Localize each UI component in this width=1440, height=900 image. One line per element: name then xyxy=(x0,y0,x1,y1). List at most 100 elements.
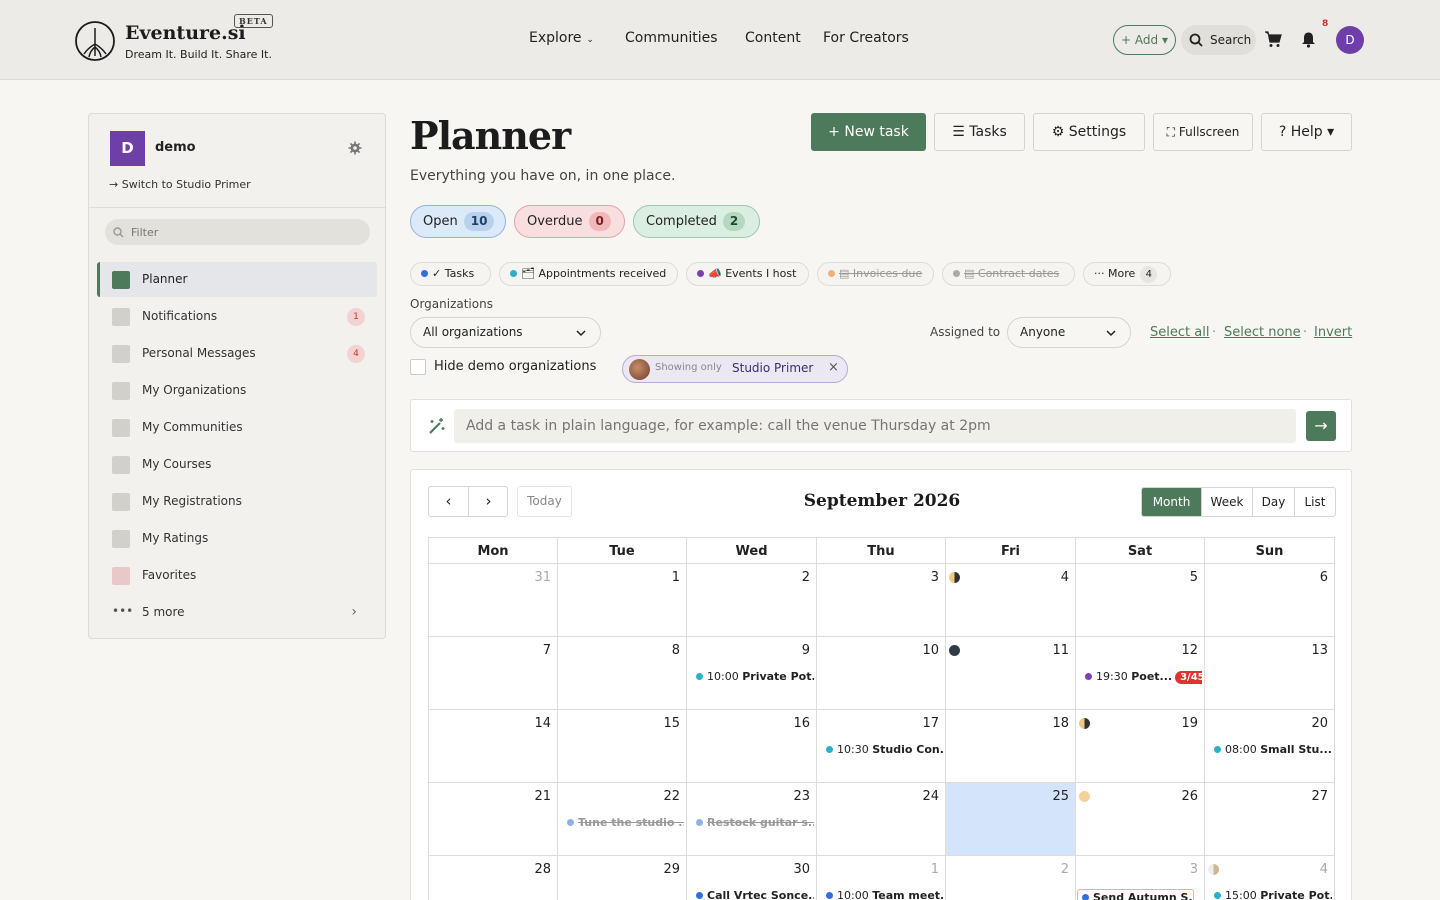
calendar-day-cell[interactable]: 13 xyxy=(1205,637,1335,710)
nav-content[interactable]: Content xyxy=(745,30,801,46)
gear-icon[interactable] xyxy=(348,141,362,155)
add-button[interactable]: + Add ▾ xyxy=(1113,25,1176,55)
view-day[interactable]: Day xyxy=(1252,488,1294,516)
account-name[interactable]: demo xyxy=(155,140,196,155)
calendar-event[interactable]: 10:00 Team meet... xyxy=(826,889,943,900)
calendar-event[interactable]: 15:00 Private Pot... xyxy=(1214,889,1332,900)
calendar-day-cell[interactable]: 4 xyxy=(946,564,1076,637)
calendar-event[interactable]: Restock guitar s... xyxy=(696,816,814,829)
assigned-to-select[interactable]: Anyone xyxy=(1007,317,1131,348)
quick-add-input[interactable] xyxy=(454,409,1296,443)
count-badge: 4 xyxy=(1140,266,1158,283)
search-button[interactable]: Search xyxy=(1181,25,1256,55)
filter-tasks[interactable]: ✓ Tasks xyxy=(410,262,491,286)
bell-icon[interactable] xyxy=(1300,31,1317,48)
logo-icon[interactable] xyxy=(74,20,116,62)
calendar-day-cell[interactable]: 3 xyxy=(817,564,946,637)
calendar-day-cell[interactable]: 20 08:00 Small Stu... xyxy=(1205,710,1335,783)
select-none-link[interactable]: Select none xyxy=(1224,325,1301,340)
sidebar-item-my-registrations[interactable]: My Registrations xyxy=(97,484,377,519)
cart-icon[interactable] xyxy=(1264,30,1282,48)
filter-invoices-due[interactable]: ▤ Invoices due xyxy=(817,262,934,286)
calendar-day-cell[interactable]: 16 xyxy=(687,710,817,783)
calendar-day-cell[interactable]: 26 xyxy=(1076,783,1205,856)
calendar-event[interactable]: 10:00 Private Pot... xyxy=(696,670,814,683)
status-pill-open[interactable]: Open 10 xyxy=(410,205,506,238)
calendar-day-cell[interactable]: 31 xyxy=(428,564,558,637)
calendar-day-cell[interactable]: 30 Call Vrtec Sonce... xyxy=(687,856,817,900)
calendar-day-cell[interactable]: 1 10:00 Team meet... xyxy=(817,856,946,900)
calendar-event[interactable]: 08:00 Small Stu... xyxy=(1214,743,1332,756)
view-month[interactable]: Month xyxy=(1142,488,1201,516)
calendar-day-cell[interactable]: 7 xyxy=(428,637,558,710)
filter-events-i-host[interactable]: 📣 Events I host xyxy=(686,262,809,286)
help-button[interactable]: ? Help ▾ xyxy=(1261,113,1352,151)
status-pill-completed[interactable]: Completed 2 xyxy=(633,205,760,238)
calendar-day-cell[interactable]: 3 Send Autumn S... xyxy=(1076,856,1205,900)
filter-more[interactable]: ··· More 4 xyxy=(1083,262,1171,286)
nav-explore[interactable]: Explore ⌄ xyxy=(529,30,594,46)
showing-only-chip: Showing only Studio Primer × xyxy=(622,355,848,383)
calendar-day-cell[interactable]: 10 xyxy=(817,637,946,710)
calendar-event[interactable]: 19:30 Poet... 3/45 xyxy=(1085,670,1202,684)
new-task-button[interactable]: + New task xyxy=(811,113,926,151)
calendar-day-cell[interactable]: 28 xyxy=(428,856,558,900)
fullscreen-button[interactable]: ⛶ Fullscreen xyxy=(1153,113,1253,151)
calendar-day-cell[interactable]: 15 xyxy=(558,710,687,783)
settings-button[interactable]: ⚙ Settings xyxy=(1033,113,1145,151)
calendar-day-cell[interactable]: 23 Restock guitar s... xyxy=(687,783,817,856)
calendar-day-cell[interactable]: 22 Tune the studio ... xyxy=(558,783,687,856)
sidebar-item-favorites[interactable]: Favorites xyxy=(97,558,377,593)
calendar-event[interactable]: 10:30 Studio Con... xyxy=(826,743,943,756)
calendar-day-cell[interactable]: 12 19:30 Poet... 3/45 xyxy=(1076,637,1205,710)
calendar-day-cell[interactable]: 9 10:00 Private Pot... xyxy=(687,637,817,710)
view-list[interactable]: List xyxy=(1294,488,1335,516)
tasks-button[interactable]: ☰ Tasks xyxy=(934,113,1025,151)
calendar-day-cell[interactable]: 6 xyxy=(1205,564,1335,637)
sidebar-filter-input[interactable] xyxy=(105,219,370,245)
calendar-day-cell[interactable]: 25 xyxy=(946,783,1076,856)
calendar-day-cell[interactable]: 21 xyxy=(428,783,558,856)
sidebar-item-my-organizations[interactable]: My Organizations xyxy=(97,373,377,408)
calendar-event[interactable]: Call Vrtec Sonce... xyxy=(696,889,814,900)
invert-link[interactable]: Invert xyxy=(1314,325,1352,340)
sidebar-item-notifications[interactable]: Notifications 1 xyxy=(97,299,377,334)
sidebar-item-my-communities[interactable]: My Communities xyxy=(97,410,377,445)
sidebar-item-more[interactable]: ••• 5 more › xyxy=(97,595,377,630)
calendar-day-cell[interactable]: 18 xyxy=(946,710,1076,783)
calendar-event[interactable]: Send Autumn S... xyxy=(1077,889,1194,900)
calendar-event[interactable]: Tune the studio ... xyxy=(567,816,684,829)
calendar-day-cell[interactable]: 2 xyxy=(946,856,1076,900)
calendar-day-cell[interactable]: 14 xyxy=(428,710,558,783)
calendar-day-cell[interactable]: 1 xyxy=(558,564,687,637)
sidebar-item-my-ratings[interactable]: My Ratings xyxy=(97,521,377,556)
hide-demo-checkbox[interactable] xyxy=(410,359,426,375)
filter-contract-dates[interactable]: ▤ Contract dates xyxy=(942,262,1075,286)
calendar-day-cell[interactable]: 8 xyxy=(558,637,687,710)
sidebar-item-personal-messages[interactable]: Personal Messages 4 xyxy=(97,336,377,371)
calendar-day-cell[interactable]: 17 10:30 Studio Con... xyxy=(817,710,946,783)
calendar-day-cell[interactable]: 24 xyxy=(817,783,946,856)
nav-communities[interactable]: Communities xyxy=(625,30,718,46)
calendar-day-cell[interactable]: 27 xyxy=(1205,783,1335,856)
sidebar-item-planner[interactable]: Planner xyxy=(97,262,377,297)
view-week[interactable]: Week xyxy=(1201,488,1252,516)
calendar-day-cell[interactable]: 11 xyxy=(946,637,1076,710)
select-all-link[interactable]: Select all xyxy=(1150,325,1209,340)
sidebar-item-my-courses[interactable]: My Courses xyxy=(97,447,377,482)
organizations-select[interactable]: All organizations xyxy=(410,317,601,348)
user-avatar[interactable]: D xyxy=(1336,26,1364,54)
calendar-day-cell[interactable]: 5 xyxy=(1076,564,1205,637)
close-icon[interactable]: × xyxy=(828,360,839,375)
arrow-right-icon[interactable]: → xyxy=(1306,411,1336,441)
calendar-day-cell[interactable]: 4 15:00 Private Pot... xyxy=(1205,856,1335,900)
status-pill-overdue[interactable]: Overdue 0 xyxy=(514,205,625,238)
calendar-day-cell[interactable]: 2 xyxy=(687,564,817,637)
color-dot xyxy=(696,892,703,899)
brand-name[interactable]: Eventure.si xyxy=(125,22,246,44)
calendar-day-cell[interactable]: 29 xyxy=(558,856,687,900)
filter-appointments[interactable]: 🗂 Appointments received xyxy=(499,262,678,286)
calendar-day-cell[interactable]: 19 xyxy=(1076,710,1205,783)
nav-for-creators[interactable]: For Creators xyxy=(823,30,909,46)
switch-account-link[interactable]: → Switch to Studio Primer xyxy=(109,178,251,191)
